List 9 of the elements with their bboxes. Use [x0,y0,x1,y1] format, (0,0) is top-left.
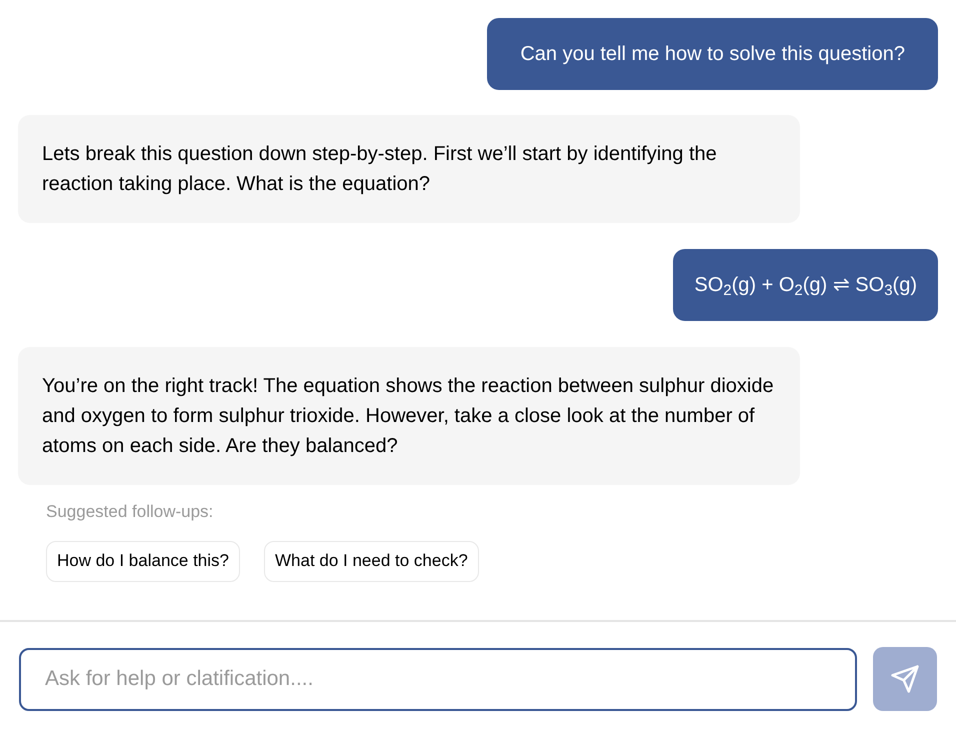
suggestion-chip[interactable]: What do I need to check? [264,540,479,582]
suggestion-chip[interactable]: How do I balance this? [46,540,240,582]
send-icon [890,664,920,694]
assistant-message: Lets break this question down step-by-step. First we’ll start by identifying the reaction taking place. What is the equation? [18,115,800,223]
user-message: SO$_{2}$(g) + O$_{2}$(g) ⇌ SO$_{3}$(g) [673,249,938,321]
suggestions-label: Suggested follow-ups: [45,501,214,523]
assistant-message: You’re on the right track! The equation shows the reaction between sulphur dioxide and oxygen to form sulphur trioxide. However, take a close look at the number of atoms on each side. Are they balanced? [18,347,800,485]
user-message: Can you tell me how to solve this question? [487,18,938,90]
message-input[interactable]: Ask for help or clatification.... [19,648,857,710]
